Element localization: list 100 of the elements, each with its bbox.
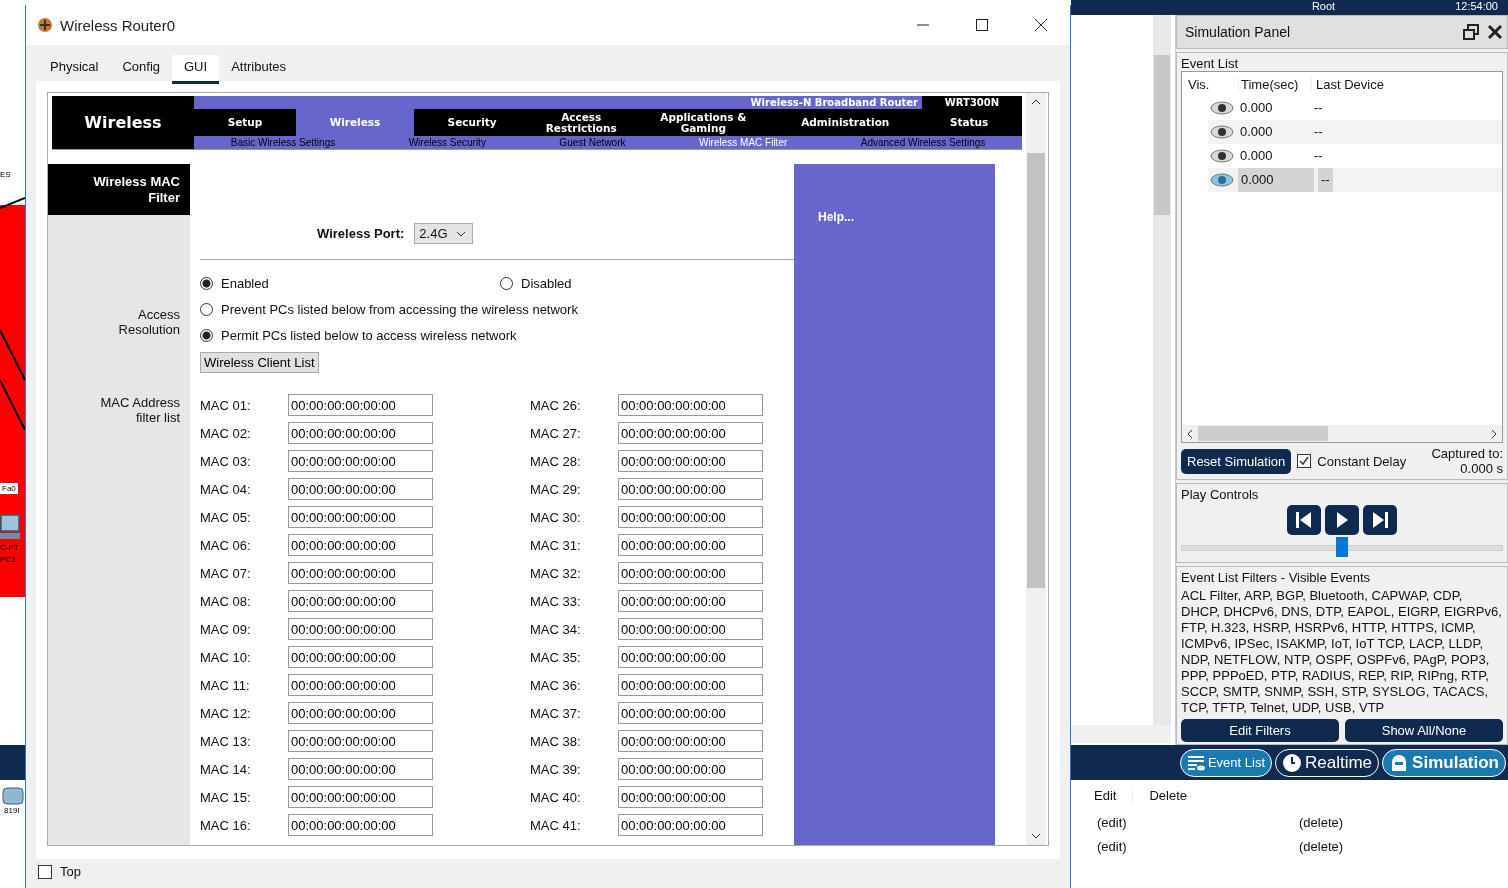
mac-label: MAC 09: <box>200 621 252 637</box>
checkbox[interactable] <box>38 864 52 879</box>
menu-tab[interactable]: Access Restrictions <box>530 109 633 136</box>
mac-label: MAC 27: <box>530 425 582 441</box>
field-label: Wireless Port: <box>317 226 405 241</box>
mac-field[interactable]: 00:00:00:00:00:00 <box>288 730 433 752</box>
maximize-icon[interactable] <box>975 18 989 32</box>
help-link[interactable]: Help... <box>818 210 854 224</box>
mac-field[interactable]: 00:00:00:00:00:00 <box>288 478 433 500</box>
mac-field[interactable]: 00:00:00:00:00:00 <box>288 702 433 724</box>
eye-icon[interactable] <box>1210 149 1234 163</box>
mac-label: MAC 30: <box>530 509 582 525</box>
mac-field[interactable]: 00:00:00:00:00:00 <box>618 758 763 780</box>
mac-field[interactable]: 00:00:00:00:00:00 <box>618 646 763 668</box>
mode-button[interactable]: Simulation <box>1382 748 1506 777</box>
eye-icon[interactable] <box>1210 101 1234 115</box>
section-label: Event List <box>1181 56 1240 71</box>
mac-label: MAC 04: <box>200 481 252 497</box>
mac-field[interactable]: 00:00:00:00:00:00 <box>288 422 433 444</box>
mac-field[interactable]: 00:00:00:00:00:00 <box>618 450 763 472</box>
menu-tab[interactable]: Security <box>413 109 531 136</box>
mac-field[interactable]: 00:00:00:00:00:00 <box>288 534 433 556</box>
scroll-down-icon[interactable] <box>1031 833 1041 839</box>
scrollbar[interactable] <box>1153 15 1171 725</box>
scroll-right-icon[interactable] <box>1491 428 1497 439</box>
mac-field[interactable]: 00:00:00:00:00:00 <box>618 814 763 836</box>
close-icon[interactable] <box>1034 18 1048 32</box>
mac-label: MAC 02: <box>200 425 252 441</box>
mac-label: MAC 12: <box>200 705 252 721</box>
mac-field[interactable]: 00:00:00:00:00:00 <box>618 422 763 444</box>
checkbox-label: Constant Delay <box>1317 453 1407 469</box>
scroll-up-icon[interactable] <box>1031 99 1041 105</box>
submenu-link[interactable]: Advanced Wireless Settings <box>860 136 986 149</box>
mac-field[interactable]: 00:00:00:00:00:00 <box>618 394 763 416</box>
mac-field[interactable]: 00:00:00:00:00:00 <box>288 674 433 696</box>
speed-slider[interactable] <box>1181 537 1503 557</box>
menu-tab[interactable]: Wireless <box>296 109 414 136</box>
scrollbar[interactable] <box>1026 93 1046 845</box>
mac-field[interactable]: 00:00:00:00:00:00 <box>288 562 433 584</box>
mac-field[interactable]: 00:00:00:00:00:00 <box>288 450 433 472</box>
submenu-link[interactable]: Wireless MAC Filter <box>698 136 788 149</box>
client-list-button[interactable]: Wireless Client List <box>200 352 319 373</box>
close-icon[interactable] <box>1487 24 1503 40</box>
mode-button[interactable]: Event List <box>1179 748 1272 777</box>
mac-field[interactable]: 00:00:00:00:00:00 <box>618 562 763 584</box>
reset-simulation-button[interactable]: Reset Simulation <box>1181 448 1292 474</box>
menu-tab[interactable]: Applications & Gaming <box>632 109 775 136</box>
mac-field[interactable]: 00:00:00:00:00:00 <box>618 506 763 528</box>
mode-button[interactable]: Realtime <box>1275 748 1380 777</box>
mac-field[interactable]: 00:00:00:00:00:00 <box>618 590 763 612</box>
mac-field[interactable]: 00:00:00:00:00:00 <box>288 590 433 612</box>
mac-field[interactable]: 00:00:00:00:00:00 <box>288 646 433 668</box>
menu-tab[interactable]: Administration <box>774 109 917 136</box>
mac-field[interactable]: 00:00:00:00:00:00 <box>618 674 763 696</box>
menu-tab[interactable]: Setup <box>194 109 296 136</box>
menu-tab[interactable]: Status <box>916 109 1022 136</box>
checkbox[interactable] <box>1297 454 1312 468</box>
radio-button[interactable] <box>200 276 213 290</box>
column-header: Time(sec) <box>1238 76 1312 92</box>
restore-icon[interactable] <box>1463 24 1479 40</box>
panel-title: Simulation Panel <box>1185 24 1291 40</box>
scrollbar[interactable] <box>1182 425 1502 442</box>
submenu-link[interactable]: Wireless Security <box>408 136 486 149</box>
mac-field[interactable]: 00:00:00:00:00:00 <box>618 702 763 724</box>
port-dropdown[interactable]: 2.4G <box>414 223 473 244</box>
radio-button[interactable] <box>200 328 213 342</box>
submenu-link[interactable]: Basic Wireless Settings <box>230 136 336 149</box>
slider-thumb[interactable] <box>1336 537 1348 557</box>
forward-button[interactable] <box>1363 505 1397 535</box>
tab[interactable]: GUI <box>172 55 220 84</box>
table-cell[interactable]: (edit) <box>1097 838 1299 854</box>
mac-field[interactable]: 00:00:00:00:00:00 <box>618 786 763 808</box>
mac-field[interactable]: 00:00:00:00:00:00 <box>618 534 763 556</box>
eye-icon[interactable] <box>1210 125 1234 139</box>
radio-label: Permit PCs listed below to access wireless network <box>221 327 517 343</box>
mac-field[interactable]: 00:00:00:00:00:00 <box>618 730 763 752</box>
mac-field[interactable]: 00:00:00:00:00:00 <box>288 618 433 640</box>
tab[interactable]: Config <box>110 55 172 81</box>
clock: 12:54:00 <box>1455 0 1498 14</box>
mac-field[interactable]: 00:00:00:00:00:00 <box>618 478 763 500</box>
table-cell[interactable]: (edit) <box>1097 814 1299 830</box>
mac-field[interactable]: 00:00:00:00:00:00 <box>288 394 433 416</box>
edit-filters-button[interactable]: Edit Filters <box>1181 719 1339 742</box>
scroll-left-icon[interactable] <box>1187 428 1193 439</box>
submenu-link[interactable]: Guest Network <box>559 136 626 149</box>
router-icon <box>2 786 24 806</box>
scrollbar[interactable] <box>1071 725 1171 743</box>
play-button[interactable] <box>1325 505 1359 535</box>
mac-field[interactable]: 00:00:00:00:00:00 <box>288 506 433 528</box>
tab[interactable]: Attributes <box>219 55 299 81</box>
table-cell[interactable]: (delete) <box>1299 838 1344 854</box>
mac-field[interactable]: 00:00:00:00:00:00 <box>288 758 433 780</box>
mac-field[interactable]: 00:00:00:00:00:00 <box>288 814 433 836</box>
mac-label: MAC 41: <box>530 817 582 833</box>
back-button[interactable] <box>1287 505 1321 535</box>
mac-field[interactable]: 00:00:00:00:00:00 <box>618 618 763 640</box>
table-cell[interactable]: (delete) <box>1299 814 1344 830</box>
show-all-button[interactable]: Show All/None <box>1345 719 1503 742</box>
mac-field[interactable]: 00:00:00:00:00:00 <box>288 786 433 808</box>
tab[interactable]: Physical <box>38 55 111 81</box>
